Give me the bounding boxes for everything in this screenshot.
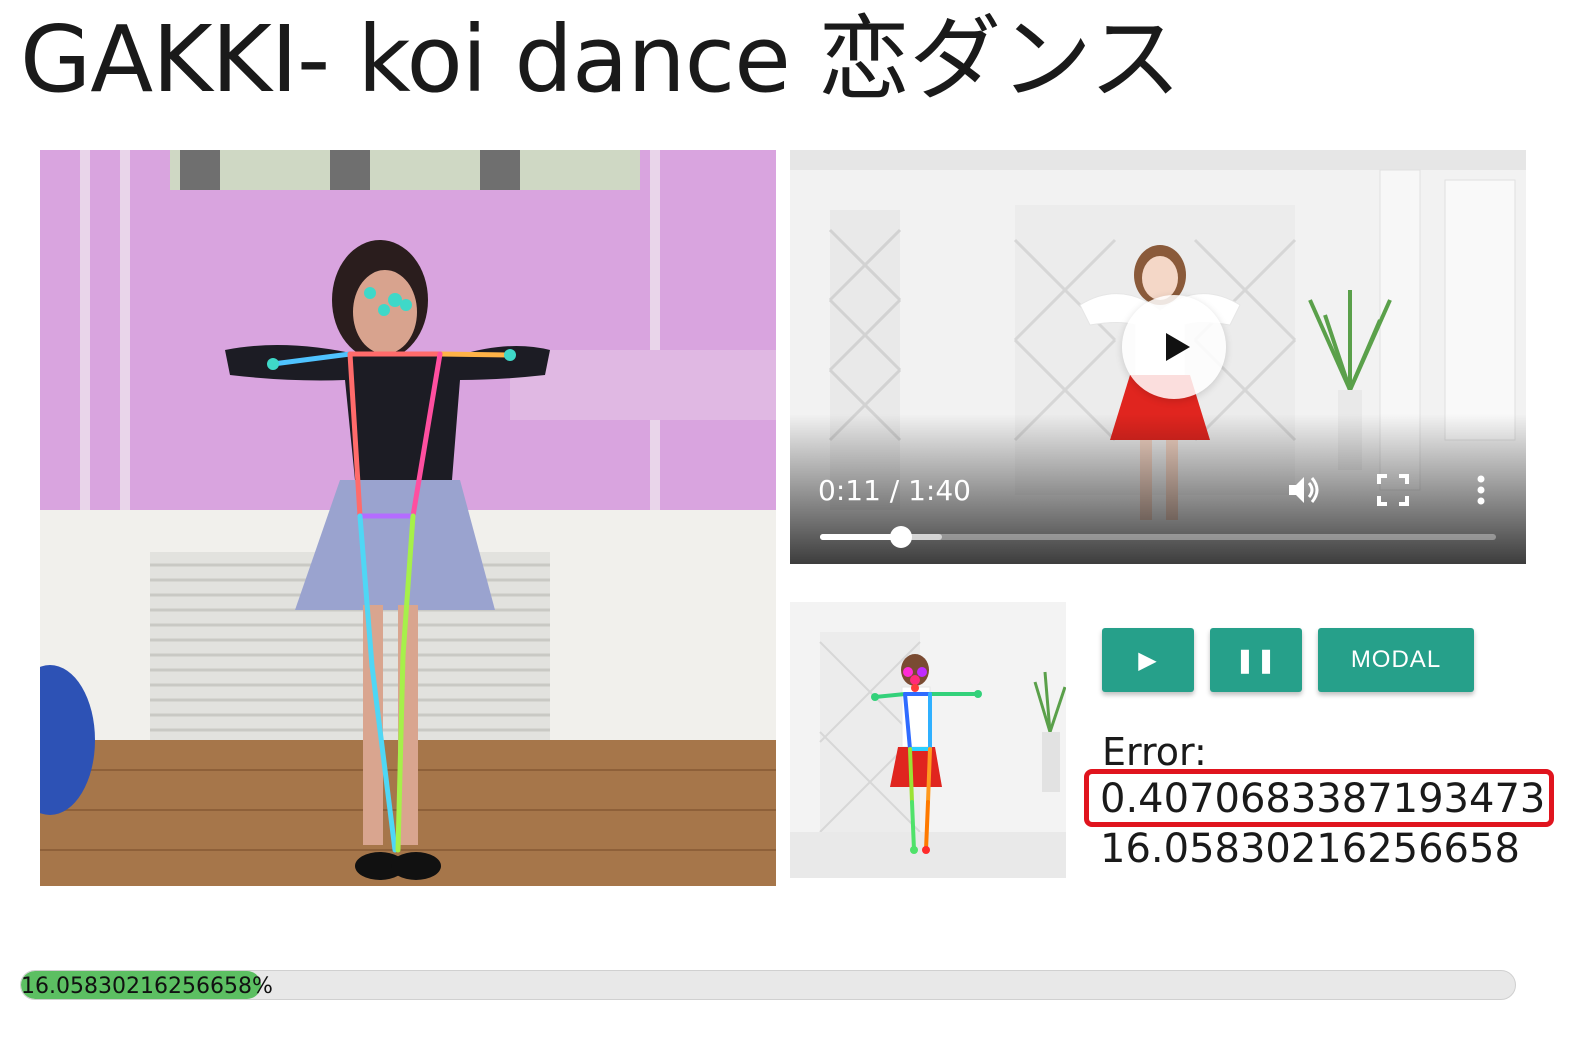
pause-icon: ❚❚	[1234, 646, 1278, 674]
webcam-pose-view	[40, 150, 776, 886]
reference-pose-thumbnail	[790, 602, 1066, 878]
seek-played	[820, 534, 902, 540]
seek-handle[interactable]	[890, 526, 913, 548]
modal-button-label: MODAL	[1350, 646, 1442, 673]
score-progress-bar: 16.05830216256658%	[20, 970, 1516, 1000]
reference-video-player[interactable]: 0:11 / 1:40	[790, 150, 1526, 564]
thumbnail-frame	[790, 602, 1066, 878]
volume-icon[interactable]	[1285, 472, 1321, 508]
modal-button[interactable]: MODAL	[1318, 628, 1474, 692]
webcam-frame	[40, 150, 776, 886]
seek-bar[interactable]	[820, 526, 1496, 548]
play-button[interactable]: ▶	[1102, 628, 1194, 692]
error-label: Error:	[1102, 730, 1207, 774]
more-options-icon[interactable]	[1463, 472, 1499, 508]
big-play-button[interactable]	[1122, 295, 1226, 399]
pause-button[interactable]: ❚❚	[1210, 628, 1302, 692]
play-icon: ▶	[1138, 646, 1158, 674]
time-display: 0:11 / 1:40	[818, 474, 971, 507]
page-title: GAKKI- koi dance 恋ダンス	[20, 6, 1181, 113]
score-value: 16.05830216256658	[1100, 826, 1520, 872]
error-value: 0.4070683387193473	[1100, 776, 1546, 822]
fullscreen-icon[interactable]	[1375, 472, 1411, 508]
progress-text: 16.05830216256658%	[21, 974, 273, 999]
